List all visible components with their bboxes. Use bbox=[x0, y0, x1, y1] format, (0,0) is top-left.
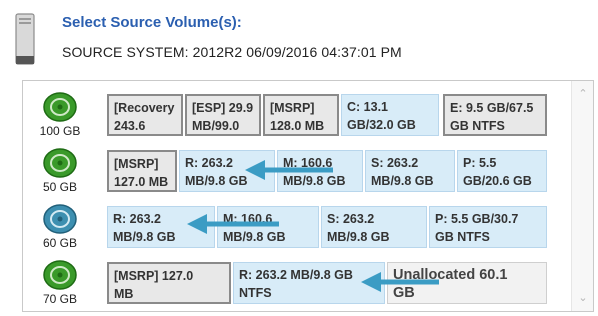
partition-s[interactable]: S: 263.2 MB/9.8 GB bbox=[365, 150, 455, 192]
arrow-icon bbox=[187, 214, 279, 234]
partition-line: GB NTFS bbox=[450, 119, 505, 133]
scroll-up-icon[interactable]: ⌃ bbox=[572, 85, 594, 103]
partition-line: 127.0 MB bbox=[114, 175, 169, 189]
partition-line: GB/32.0 GB bbox=[347, 118, 416, 132]
partition-c[interactable]: C: 13.1 GB/32.0 GB bbox=[341, 94, 439, 136]
partition-line: MB/99.0 bbox=[192, 119, 240, 133]
disk-row: 100 GB [Recovery 243.6 [ESP] 29.9 MB/99.… bbox=[23, 91, 571, 141]
partition-line: [Recovery bbox=[114, 101, 175, 115]
dialog-title: Select Source Volume(s): bbox=[62, 14, 242, 31]
partition-line: MB bbox=[114, 287, 134, 301]
disk-icon[interactable]: 100 GB bbox=[31, 91, 89, 141]
partition-line: 243.6 bbox=[114, 119, 146, 133]
partition-line: C: 13.1 bbox=[347, 100, 388, 114]
arrow-icon bbox=[361, 272, 439, 292]
disk-row: 70 GB [MSRP] 127.0 MB R: 263.2 MB/9.8 GB… bbox=[23, 259, 571, 309]
disk-icon[interactable]: 60 GB bbox=[31, 203, 89, 253]
partition-line: [MSRP] bbox=[114, 157, 159, 171]
partition-line: [MSRP] bbox=[270, 101, 315, 115]
partition-line: P: 5.5 bbox=[463, 156, 497, 170]
partition-line: MB/9.8 GB bbox=[327, 230, 390, 244]
partition-line: S: 263.2 bbox=[327, 212, 375, 226]
partition-esp[interactable]: [ESP] 29.9 MB/99.0 bbox=[185, 94, 261, 136]
source-volume-selector: Select Source Volume(s): SOURCE SYSTEM: … bbox=[0, 0, 598, 316]
partition-line: 128.0 MB bbox=[270, 119, 325, 133]
partition-p[interactable]: P: 5.5 GB/20.6 GB bbox=[457, 150, 547, 192]
partition-e[interactable]: E: 9.5 GB/67.5 GB NTFS bbox=[443, 94, 547, 136]
partition-line: [MSRP] 127.0 bbox=[114, 269, 194, 283]
disk-icon[interactable]: 50 GB bbox=[31, 147, 89, 197]
partition-line: E: 9.5 GB/67.5 bbox=[450, 101, 534, 115]
server-icon bbox=[14, 12, 38, 68]
partition-line: P: 5.5 GB/30.7 bbox=[435, 212, 519, 226]
volume-panel: 100 GB [Recovery 243.6 [ESP] 29.9 MB/99.… bbox=[22, 80, 594, 312]
arrow-icon bbox=[245, 160, 333, 180]
partition-msrp[interactable]: [MSRP] 128.0 MB bbox=[263, 94, 339, 136]
partition-line: GB NTFS bbox=[435, 230, 490, 244]
disk-row: 60 GB R: 263.2 MB/9.8 GB M: 160.6 MB/9.8… bbox=[23, 203, 571, 253]
disk-size-label: 50 GB bbox=[42, 180, 78, 194]
disk-size-label: 60 GB bbox=[42, 236, 78, 250]
partition-line: R: 263.2 MB/9.8 GB bbox=[239, 268, 353, 282]
partition-msrp[interactable]: [MSRP] 127.0 MB bbox=[107, 262, 231, 304]
partition-line: S: 263.2 bbox=[371, 156, 419, 170]
partition-msrp[interactable]: [MSRP] 127.0 MB bbox=[107, 150, 177, 192]
partition-line: NTFS bbox=[239, 286, 272, 300]
disk-row: 50 GB [MSRP] 127.0 MB R: 263.2 MB/9.8 GB… bbox=[23, 147, 571, 197]
vertical-scrollbar[interactable]: ⌃ ⌄ bbox=[571, 81, 593, 311]
scroll-down-icon[interactable]: ⌄ bbox=[572, 289, 594, 307]
partition-line: [ESP] 29.9 bbox=[192, 101, 254, 115]
partition-s[interactable]: S: 263.2 MB/9.8 GB bbox=[321, 206, 427, 248]
disk-icon[interactable]: 70 GB bbox=[31, 259, 89, 309]
partition-recovery[interactable]: [Recovery 243.6 bbox=[107, 94, 183, 136]
partition-line: MB/9.8 GB bbox=[371, 174, 434, 188]
partition-p[interactable]: P: 5.5 GB/30.7 GB NTFS bbox=[429, 206, 547, 248]
disk-size-label: 100 GB bbox=[39, 124, 81, 138]
partition-line: GB/20.6 GB bbox=[463, 174, 532, 188]
source-system-label: SOURCE SYSTEM: 2012R2 06/09/2016 04:37:0… bbox=[62, 44, 402, 60]
disk-size-label: 70 GB bbox=[42, 292, 78, 306]
